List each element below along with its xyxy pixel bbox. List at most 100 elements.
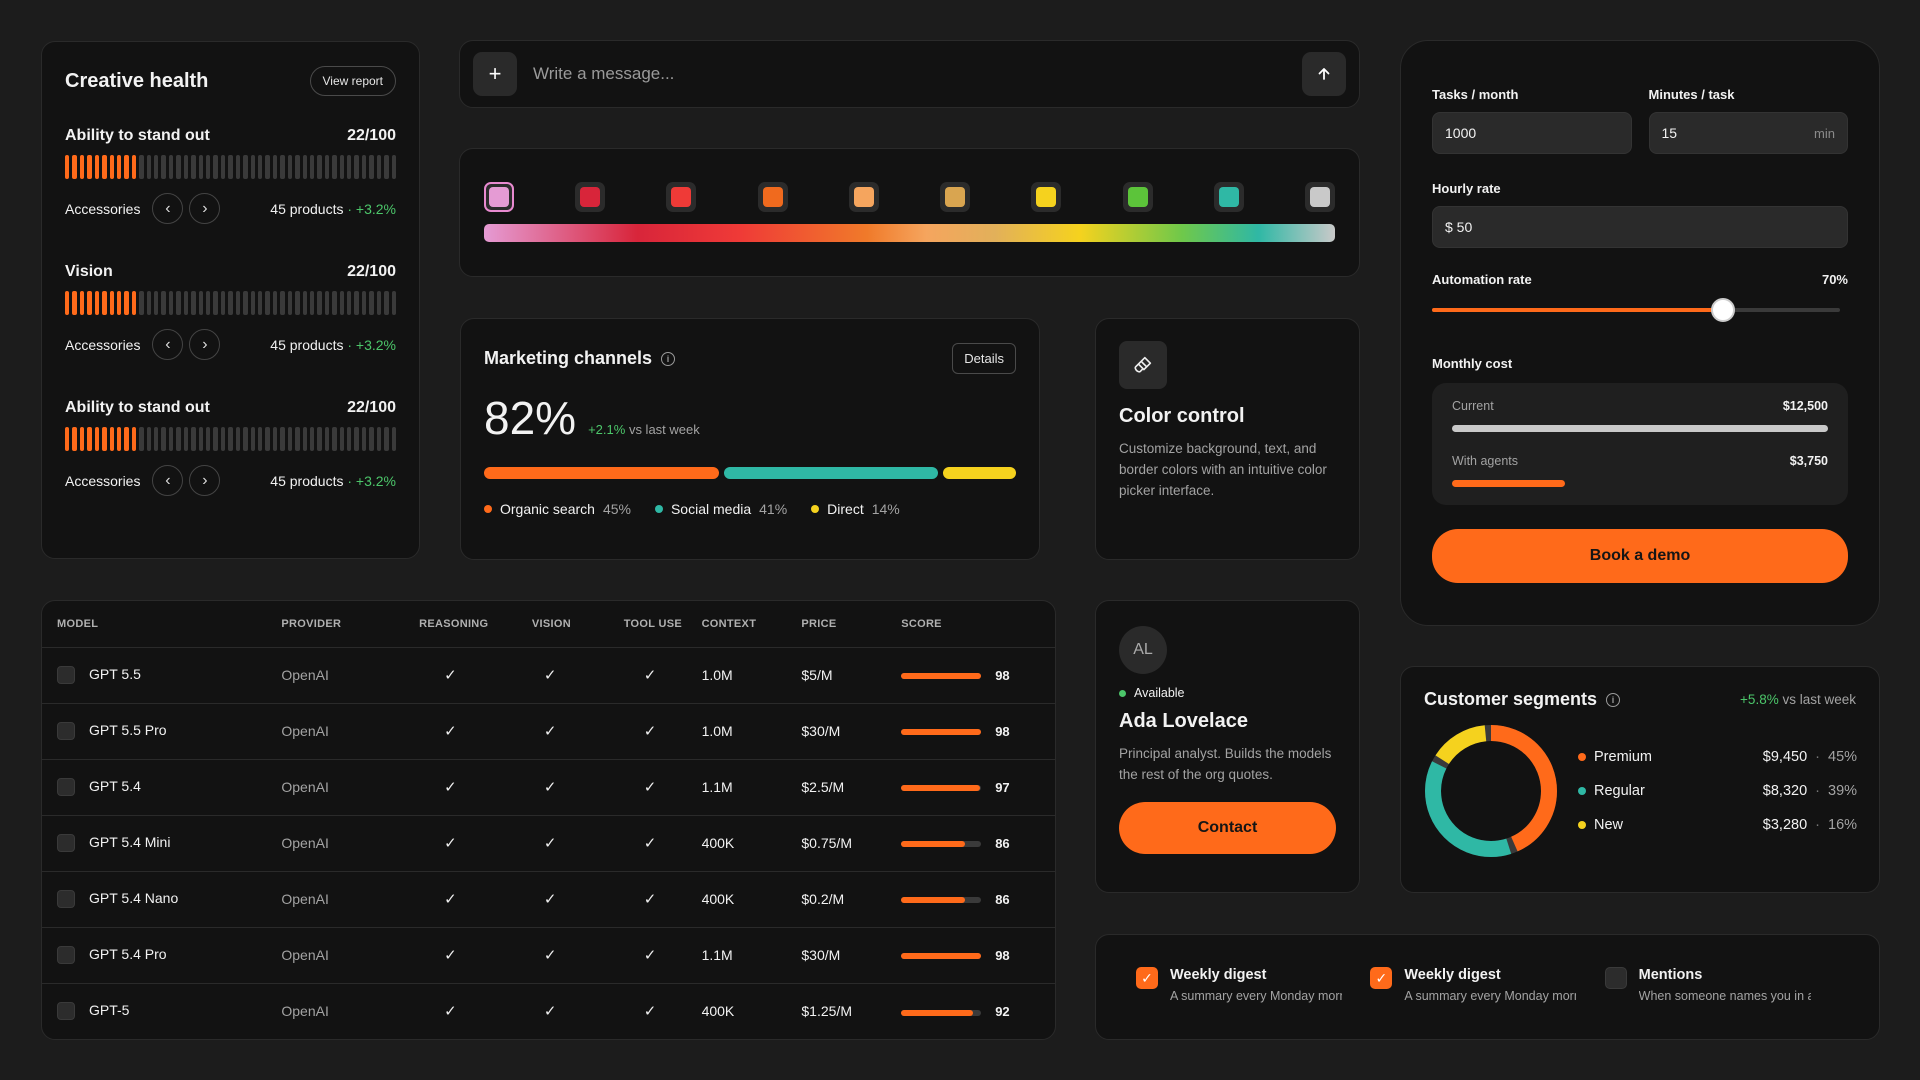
chevron-left-icon[interactable]: ‹: [152, 465, 184, 496]
color-swatch[interactable]: [848, 182, 879, 212]
monthly-cost-label: Monthly cost: [1432, 356, 1513, 371]
send-button[interactable]: [1302, 52, 1346, 96]
row-checkbox[interactable]: [57, 1002, 75, 1021]
context-cell: 1.0M: [701, 647, 802, 704]
chevron-right-icon[interactable]: ›: [189, 193, 221, 224]
contact-button[interactable]: Contact: [1119, 802, 1336, 854]
column-header[interactable]: PRICE: [801, 601, 902, 648]
customer-segments-card: Customer segments i +5.8% vs last week P…: [1400, 666, 1880, 893]
color-swatch[interactable]: [757, 182, 788, 212]
details-button[interactable]: Details: [952, 343, 1016, 374]
color-swatch[interactable]: [575, 182, 606, 212]
card-title: Creative health: [65, 69, 209, 92]
profile-bio: Principal analyst. Builds the models the…: [1119, 746, 1332, 782]
checkbox-unchecked[interactable]: [1604, 967, 1627, 989]
plus-icon[interactable]: +: [473, 52, 517, 96]
table-row[interactable]: GPT 5.5 Pro OpenAI ✓ ✓ ✓ 1.0M $30/M 98: [42, 703, 1055, 760]
color-swatch[interactable]: [1304, 182, 1335, 212]
color-palette-card: [459, 148, 1360, 277]
table-row[interactable]: GPT 5.4 Mini OpenAI ✓ ✓ ✓ 400K $0.75/M 86: [42, 815, 1055, 872]
chevron-right-icon[interactable]: ›: [189, 465, 221, 496]
legend-dot: [484, 505, 492, 513]
notification-title: Weekly digest: [1404, 967, 1501, 983]
score-bar: [901, 785, 982, 792]
table-row[interactable]: GPT 5.5 OpenAI ✓ ✓ ✓ 1.0M $5/M 98: [42, 647, 1055, 704]
check-icon: ✓: [444, 835, 457, 852]
metric-name: Vision: [65, 263, 113, 280]
score-bar: [901, 841, 982, 848]
color-swatch[interactable]: [940, 182, 971, 212]
chevron-right-icon[interactable]: ›: [189, 329, 221, 360]
table-row[interactable]: GPT-5 OpenAI ✓ ✓ ✓ 400K $1.25/M 92: [42, 983, 1055, 1039]
column-header[interactable]: PROVIDER: [281, 601, 420, 648]
tasks-input[interactable]: 1000: [1432, 112, 1632, 154]
row-checkbox[interactable]: [57, 834, 75, 853]
color-swatch[interactable]: [484, 182, 514, 212]
color-swatch[interactable]: [1122, 182, 1153, 212]
segment-name: Regular: [1594, 783, 1645, 799]
price-cell: $0.75/M: [801, 815, 902, 872]
color-control-card: Color control Customize background, text…: [1095, 318, 1360, 560]
channel-bar-segment: [942, 467, 1016, 479]
column-header[interactable]: VISION: [531, 601, 624, 648]
legend-dot: [811, 505, 820, 513]
automation-slider[interactable]: [1432, 298, 1848, 322]
agents-cost-bar: [1452, 480, 1565, 487]
checkbox-checked[interactable]: ✓: [1136, 967, 1158, 989]
check-icon: ✓: [643, 779, 657, 796]
book-demo-button[interactable]: Book a demo: [1432, 529, 1848, 583]
color-swatch[interactable]: [666, 182, 697, 212]
table-row[interactable]: GPT 5.4 Nano OpenAI ✓ ✓ ✓ 400K $0.2/M 86: [42, 871, 1055, 928]
row-checkbox[interactable]: [57, 666, 75, 685]
info-icon[interactable]: i: [661, 351, 676, 366]
segment-dot: [1578, 821, 1586, 829]
notification-option[interactable]: Mentions When someone names you in a thre…: [1604, 967, 1839, 1007]
status-dot: [1119, 689, 1126, 697]
color-gradient-bar[interactable]: [484, 224, 1335, 242]
model-name: GPT 5.4 Pro: [89, 945, 167, 962]
row-checkbox[interactable]: [57, 946, 75, 965]
segment-row: New $3,280 · 16%: [1578, 808, 1857, 842]
metric-count: 45 products: [270, 336, 344, 353]
price-cell: $30/M: [801, 927, 902, 984]
column-header[interactable]: REASONING: [419, 601, 532, 648]
segment-amount: $8,320: [1762, 783, 1808, 799]
column-header[interactable]: SCORE: [901, 601, 1055, 648]
rate-input[interactable]: $ 50: [1432, 206, 1848, 248]
minutes-value: 15: [1661, 125, 1678, 141]
card-title: Customer segments: [1424, 689, 1598, 709]
color-swatch[interactable]: [1213, 182, 1244, 212]
table-row[interactable]: GPT 5.4 Pro OpenAI ✓ ✓ ✓ 1.1M $30/M 98: [42, 927, 1055, 984]
color-swatch[interactable]: [1031, 182, 1062, 212]
score-value: 98: [995, 948, 1010, 963]
row-checkbox[interactable]: [57, 890, 75, 909]
info-icon[interactable]: i: [1606, 692, 1621, 707]
context-cell: 400K: [701, 1003, 735, 1020]
row-checkbox[interactable]: [57, 722, 75, 741]
segment-percent: 39%: [1828, 783, 1858, 799]
column-header[interactable]: TOOL USE: [623, 601, 702, 648]
slider-handle[interactable]: [1711, 298, 1736, 322]
minutes-input[interactable]: 15 min: [1648, 112, 1848, 154]
column-header[interactable]: MODEL: [42, 601, 282, 648]
segment-amount: $9,450: [1762, 749, 1808, 765]
check-icon: ✓: [444, 723, 457, 740]
view-report-button[interactable]: View report: [309, 66, 396, 96]
model-name: GPT 5.5: [89, 665, 141, 682]
notification-option[interactable]: ✓ Weekly digest A summary every Monday mor…: [1370, 967, 1604, 1007]
check-icon: ✓: [543, 779, 557, 796]
message-composer: + Write a message...: [459, 40, 1360, 108]
check-icon: ✓: [444, 667, 457, 684]
column-header[interactable]: CONTEXT: [701, 601, 802, 648]
chevron-left-icon[interactable]: ‹: [152, 329, 184, 360]
checkbox-checked[interactable]: ✓: [1370, 967, 1393, 989]
table-row[interactable]: GPT 5.4 OpenAI ✓ ✓ ✓ 1.1M $2.5/M 97: [42, 759, 1055, 816]
notification-option[interactable]: ✓ Weekly digest A summary every Monday mor…: [1136, 967, 1370, 1007]
check-icon: ✓: [444, 1003, 457, 1021]
row-checkbox[interactable]: [57, 778, 75, 797]
message-input[interactable]: Write a message...: [533, 64, 1302, 84]
chevron-left-icon[interactable]: ‹: [152, 193, 184, 224]
check-icon: ✓: [543, 891, 557, 908]
notification-description: A summary every Monday morning: [1170, 989, 1342, 1003]
models-table: MODEL PROVIDER REASONING VISION TOOL USE CONT…: [42, 601, 1055, 1039]
